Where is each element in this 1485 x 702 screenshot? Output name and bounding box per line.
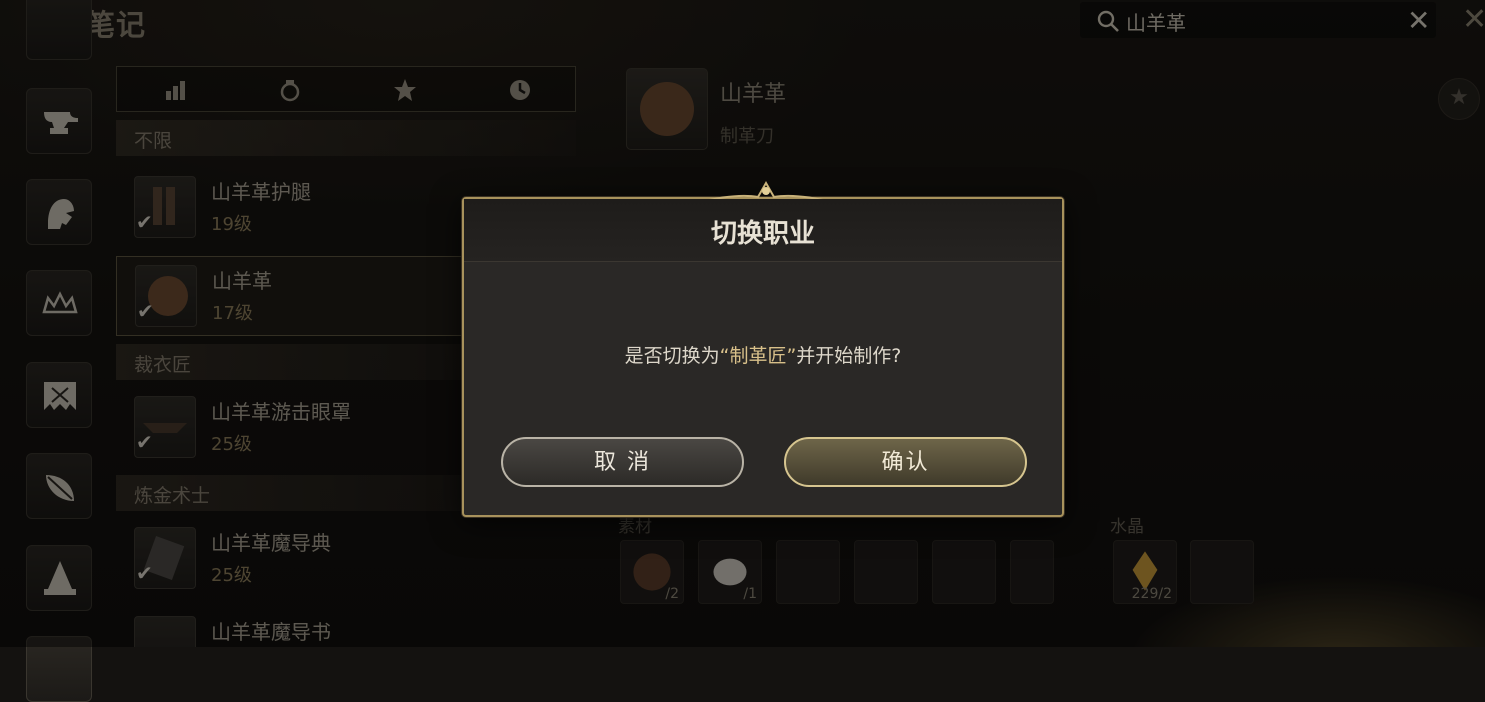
dialog-title: 切换职业 xyxy=(710,219,815,249)
switch-job-dialog: 切换职业 是否切换为“制革匠”并开始制作? 取 消 确认 xyxy=(462,180,1064,517)
dialog-message: 是否切换为“制革匠”并开始制作? xyxy=(624,345,902,367)
job-name: “制革匠” xyxy=(719,345,797,367)
confirm-button[interactable]: 确认 xyxy=(784,437,1027,487)
dialog-header: 切换职业 xyxy=(464,199,1062,262)
cancel-button[interactable]: 取 消 xyxy=(501,437,744,487)
